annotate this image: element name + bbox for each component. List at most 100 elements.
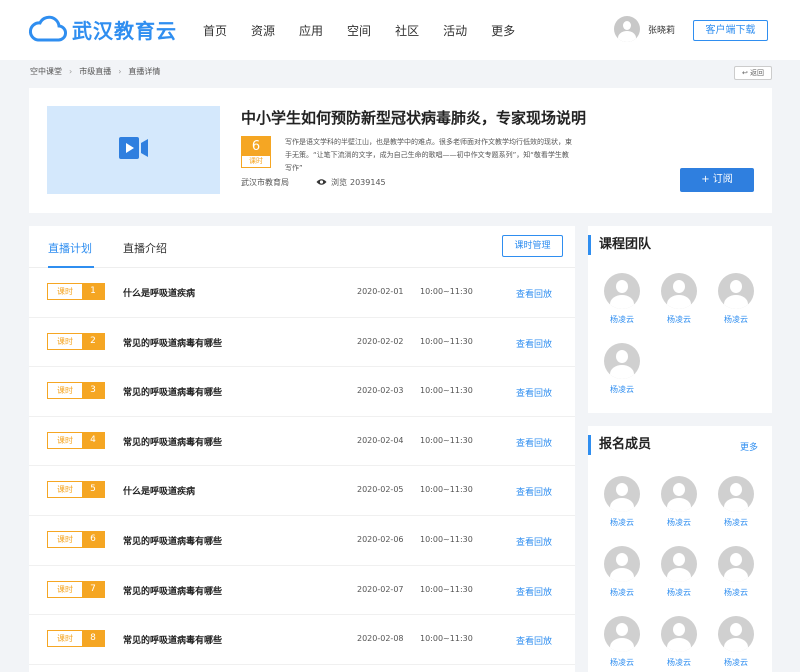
course-description: 写作是语文学科的半壁江山，也是教学中的难点。很多老师面对作文教学均行低效的现状，… <box>285 138 572 172</box>
lesson-date: 2020-02-06 <box>357 535 404 544</box>
user-menu[interactable]: 张晓莉 <box>614 16 675 42</box>
breadcrumb-item-live-detail: 直播详情 <box>128 67 161 76</box>
member-name[interactable]: 杨凌云 <box>659 657 699 668</box>
subscribe-button[interactable]: + 订阅 <box>680 168 754 192</box>
back-button[interactable]: ↩ 返回 <box>734 66 772 80</box>
breadcrumb-item-air-classroom[interactable]: 空中课堂 <box>30 66 62 77</box>
tab-live-intro[interactable]: 直播介绍 <box>123 240 167 256</box>
view-replay-link[interactable]: 查看回放 <box>516 485 552 498</box>
lesson-time: 10:00~11:30 <box>420 287 473 296</box>
member-item[interactable]: 杨凌云 <box>602 476 642 528</box>
lesson-tag: 课时 7 <box>47 580 105 598</box>
member-name[interactable]: 杨凌云 <box>716 657 756 668</box>
nav-item-activities[interactable]: 活动 <box>443 22 467 39</box>
breadcrumb-item-city-live[interactable]: 市级直播 <box>79 66 111 77</box>
lesson-title[interactable]: 常见的呼吸道病毒有哪些 <box>123 534 222 547</box>
member-avatar[interactable] <box>661 616 697 652</box>
lesson-date: 2020-02-05 <box>357 485 404 495</box>
user-avatar[interactable] <box>614 16 640 42</box>
member-avatar[interactable] <box>604 546 640 582</box>
lesson-date: 2020-02-03 <box>357 386 404 396</box>
course-header-card: 中小学生如何预防新型冠状病毒肺炎，专家现场说明 6 课时 写作是语文学科的半壁江… <box>29 88 772 213</box>
member-item[interactable]: 杨凌云 <box>716 273 756 325</box>
member-avatar[interactable] <box>718 273 754 309</box>
member-avatar[interactable] <box>718 616 754 652</box>
member-name[interactable]: 杨凌云 <box>659 587 699 598</box>
member-item[interactable]: 杨凌云 <box>602 343 642 395</box>
lesson-title[interactable]: 什么是呼吸道疾病 <box>123 484 195 497</box>
eye-icon <box>316 178 327 188</box>
member-name[interactable]: 杨凌云 <box>716 314 756 325</box>
lesson-title[interactable]: 常见的呼吸道病毒有哪些 <box>123 435 222 448</box>
tab-live-plan[interactable]: 直播计划 <box>48 240 92 256</box>
member-item[interactable]: 杨凌云 <box>602 616 642 668</box>
view-count: 浏览 2039145 <box>316 177 386 188</box>
member-avatar[interactable] <box>661 273 697 309</box>
member-name[interactable]: 杨凌云 <box>602 517 642 528</box>
member-item[interactable]: 杨凌云 <box>659 273 699 325</box>
nav-item-resources[interactable]: 资源 <box>251 22 275 39</box>
lesson-unit-label: 课时 <box>57 485 73 495</box>
member-item[interactable]: 杨凌云 <box>602 546 642 598</box>
view-replay-link[interactable]: 查看回放 <box>516 337 552 350</box>
lesson-title[interactable]: 常见的呼吸道病毒有哪些 <box>123 385 222 398</box>
user-name[interactable]: 张晓莉 <box>648 23 675 36</box>
view-replay-link[interactable]: 查看回放 <box>516 436 552 449</box>
member-avatar[interactable] <box>718 546 754 582</box>
lesson-time: 10:00~11:30 <box>420 485 473 495</box>
lesson-number: 5 <box>82 482 104 498</box>
member-avatar[interactable] <box>661 476 697 512</box>
member-name[interactable]: 杨凌云 <box>659 314 699 325</box>
lesson-title[interactable]: 什么是呼吸道疾病 <box>123 286 195 299</box>
lesson-title[interactable]: 常见的呼吸道病毒有哪些 <box>123 584 222 597</box>
lesson-number: 6 <box>82 532 104 547</box>
lesson-title[interactable]: 常见的呼吸道病毒有哪些 <box>123 336 222 349</box>
member-name[interactable]: 杨凌云 <box>659 517 699 528</box>
nav-item-more[interactable]: 更多 <box>491 22 515 39</box>
lesson-manage-button[interactable]: 课时管理 <box>502 235 563 257</box>
course-organization: 武汉市教育局 <box>241 178 289 187</box>
member-avatar[interactable] <box>661 546 697 582</box>
member-item[interactable]: 杨凌云 <box>659 616 699 668</box>
lesson-unit-label: 课时 <box>57 287 73 296</box>
member-avatar[interactable] <box>604 273 640 309</box>
member-avatar[interactable] <box>604 343 640 379</box>
lesson-unit-label: 课时 <box>57 336 73 346</box>
view-replay-link[interactable]: 查看回放 <box>516 634 552 647</box>
lesson-count-badge: 6 课时 <box>241 136 271 168</box>
member-avatar[interactable] <box>604 616 640 652</box>
member-name[interactable]: 杨凌云 <box>602 657 642 668</box>
course-cover[interactable] <box>47 106 220 194</box>
member-name[interactable]: 杨凌云 <box>716 587 756 598</box>
view-replay-link[interactable]: 查看回放 <box>516 386 552 399</box>
client-download-button[interactable]: 客户端下载 <box>693 20 768 41</box>
member-item[interactable]: 杨凌云 <box>659 476 699 528</box>
member-item[interactable]: 杨凌云 <box>716 616 756 668</box>
nav-item-apps[interactable]: 应用 <box>299 22 323 39</box>
lesson-row: 课时 5 什么是呼吸道疾病 2020-02-05 10:00~11:30 查看回放 <box>29 466 575 516</box>
lesson-date: 2020-02-07 <box>357 584 404 594</box>
member-name[interactable]: 杨凌云 <box>602 587 642 598</box>
course-team-title: 课程团队 <box>588 235 651 255</box>
member-item[interactable]: 杨凌云 <box>659 546 699 598</box>
nav-item-community[interactable]: 社区 <box>395 22 419 39</box>
nav-item-home[interactable]: 首页 <box>203 22 227 39</box>
member-avatar[interactable] <box>718 476 754 512</box>
lesson-count: 6 <box>242 137 270 156</box>
member-item[interactable]: 杨凌云 <box>716 546 756 598</box>
member-item[interactable]: 杨凌云 <box>602 273 642 325</box>
member-name[interactable]: 杨凌云 <box>716 517 756 528</box>
site-logo[interactable]: 武汉教育云 <box>28 14 177 44</box>
lesson-unit-label: 课时 <box>57 535 73 544</box>
lesson-row: 课时 6 常见的呼吸道病毒有哪些 2020-02-06 10:00~11:30 查看回放 <box>29 516 575 566</box>
view-replay-link[interactable]: 查看回放 <box>516 585 552 598</box>
more-members-link[interactable]: 更多 <box>740 440 758 453</box>
lesson-title[interactable]: 常见的呼吸道病毒有哪些 <box>123 633 222 646</box>
view-replay-link[interactable]: 查看回放 <box>516 287 552 300</box>
member-avatar[interactable] <box>604 476 640 512</box>
nav-item-space[interactable]: 空间 <box>347 22 371 39</box>
member-name[interactable]: 杨凌云 <box>602 384 642 395</box>
member-name[interactable]: 杨凌云 <box>602 314 642 325</box>
member-item[interactable]: 杨凌云 <box>716 476 756 528</box>
view-replay-link[interactable]: 查看回放 <box>516 535 552 548</box>
